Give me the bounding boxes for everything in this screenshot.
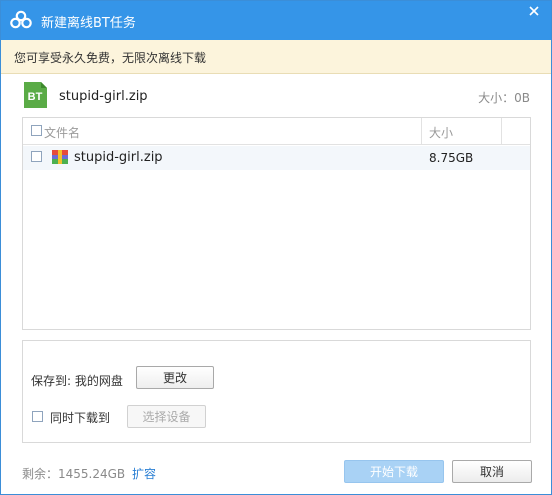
remaining-space: 剩余：1455.24GB	[22, 467, 126, 481]
sync-download-label[interactable]: 同时下载到	[50, 409, 110, 426]
svg-text:BT: BT	[28, 91, 43, 103]
bt-file-icon: BT	[24, 82, 47, 108]
select-device-button[interactable]: 选择设备	[127, 405, 206, 428]
file-row-checkbox[interactable]	[31, 151, 42, 162]
total-size: 大小：0B	[478, 91, 530, 105]
file-list: 文件名 大小 stupid-girl.zip 8.75GB	[22, 117, 531, 330]
column-divider[interactable]	[421, 118, 422, 144]
sync-download-checkbox[interactable]	[32, 411, 43, 422]
file-row[interactable]: stupid-girl.zip 8.75GB	[23, 146, 530, 170]
notice-text: 您可享受永久免费，无限次离线下载	[14, 51, 207, 65]
file-list-header: 文件名 大小	[23, 118, 530, 145]
column-header-name[interactable]: 文件名	[44, 124, 80, 141]
torrent-name: stupid-girl.zip	[59, 89, 148, 104]
change-location-button[interactable]: 更改	[136, 366, 214, 389]
window-title: 新建离线BT任务	[41, 16, 136, 31]
save-location-label: 保存到: 我的网盘	[31, 374, 123, 388]
file-size: 8.75GB	[429, 151, 474, 165]
cancel-button[interactable]: 取消	[452, 460, 532, 483]
bt-task-dialog: 新建离线BT任务 您可享受永久免费，无限次离线下载 BT stupid-girl…	[0, 0, 552, 495]
column-divider[interactable]	[501, 118, 502, 144]
column-header-size[interactable]: 大小	[429, 124, 453, 141]
start-download-button[interactable]: 开始下载	[344, 460, 444, 483]
cloud-logo-icon	[10, 10, 32, 29]
notice-bar: 您可享受永久免费，无限次离线下载	[1, 40, 551, 74]
select-all-checkbox[interactable]	[31, 125, 42, 136]
close-icon[interactable]	[525, 2, 543, 20]
expand-storage-link[interactable]: 扩容	[132, 465, 156, 482]
title-bar[interactable]: 新建离线BT任务	[1, 1, 551, 40]
file-name: stupid-girl.zip	[74, 150, 163, 165]
save-location-panel: 保存到: 我的网盘 更改 同时下载到 选择设备	[22, 340, 531, 443]
zip-archive-icon	[52, 150, 68, 164]
